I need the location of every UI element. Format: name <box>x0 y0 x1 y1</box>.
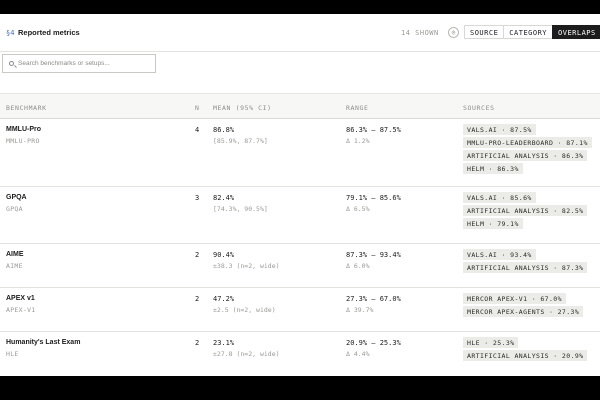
table-row[interactable]: AIME AIME 2 90.4% ±38.3 (n=2, wide) 87.3… <box>0 244 600 288</box>
range-value: 79.1% – 85.6% <box>346 194 401 202</box>
sources-list: VALS.AI · 85.6% ARTIFICIAL ANALYSIS · 82… <box>463 192 595 229</box>
search-input[interactable] <box>18 57 153 70</box>
shown-count: 14 SHOWN <box>401 29 439 37</box>
source-chip[interactable]: VALS.AI · 87.5% <box>463 124 536 135</box>
range-value: 87.3% – 93.4% <box>346 251 401 259</box>
source-chip[interactable]: MERCOR APEX-AGENTS · 27.3% <box>463 306 584 317</box>
sources-list: VALS.AI · 87.5% MMLU-PRO-LEADERBOARD · 8… <box>463 124 595 174</box>
mean-value: 86.8% <box>213 126 235 134</box>
range-delta: Δ 6.0% <box>346 262 370 270</box>
source-chip[interactable]: HELM · 86.3% <box>463 163 523 174</box>
source-chip[interactable]: ARTIFICIAL ANALYSIS · 20.9% <box>463 350 588 361</box>
table-row[interactable]: APEX v1 APEX-V1 2 47.2% ±2.5 (n=2, wide)… <box>0 288 600 332</box>
range-delta: Δ 6.5% <box>346 205 370 213</box>
col-benchmark[interactable]: BENCHMARK <box>6 104 47 112</box>
col-range[interactable]: RANGE <box>346 104 369 112</box>
mean-value: 82.4% <box>213 194 235 202</box>
range-delta: Δ 4.4% <box>346 350 370 358</box>
source-chip[interactable]: HELM · 79.1% <box>463 218 523 229</box>
benchmark-id: HLE <box>6 350 19 358</box>
search-box <box>2 54 156 73</box>
header-bar: §4 Reported metrics 14 SHOWN ◎ SOURCE CA… <box>0 14 600 52</box>
benchmark-name: Humanity's Last Exam <box>6 339 81 346</box>
tab-source[interactable]: SOURCE <box>464 25 504 39</box>
app-frame: §4 Reported metrics 14 SHOWN ◎ SOURCE CA… <box>0 14 600 376</box>
source-chip[interactable]: ARTIFICIAL ANALYSIS · 86.3% <box>463 150 588 161</box>
sources-list: HLE · 25.3% ARTIFICIAL ANALYSIS · 20.9% <box>463 337 595 361</box>
benchmark-name: APEX v1 <box>6 295 35 302</box>
mean-value: 47.2% <box>213 295 235 303</box>
sample-count: 2 <box>195 339 200 347</box>
source-chip[interactable]: HLE · 25.3% <box>463 337 519 348</box>
benchmark-id: MMLU-PRO <box>6 137 40 145</box>
table-row[interactable]: Humanity's Last Exam HLE 2 23.1% ±27.8 (… <box>0 332 600 376</box>
range-delta: Δ 39.7% <box>346 306 374 314</box>
tab-overlaps[interactable]: OVERLAPS <box>552 25 600 39</box>
col-sources[interactable]: SOURCES <box>463 104 495 112</box>
section-number: §4 <box>6 29 15 37</box>
confidence-interval: [74.3%, 90.5%] <box>213 205 268 213</box>
mean-value: 90.4% <box>213 251 235 259</box>
benchmark-name: GPQA <box>6 194 27 201</box>
source-chip[interactable]: ARTIFICIAL ANALYSIS · 87.3% <box>463 262 588 273</box>
search-icon <box>9 61 14 66</box>
table-row[interactable]: GPQA GPQA 3 82.4% [74.3%, 90.5%] 79.1% –… <box>0 187 600 244</box>
range-value: 86.3% – 87.5% <box>346 126 401 134</box>
source-chip[interactable]: MERCOR APEX-V1 · 67.0% <box>463 293 566 304</box>
visibility-toggle-icon[interactable]: ◎ <box>448 27 459 38</box>
source-chip[interactable]: ARTIFICIAL ANALYSIS · 82.5% <box>463 205 588 216</box>
table-header: BENCHMARK N MEAN (95% CI) RANGE SOURCES <box>0 93 600 119</box>
sources-list: MERCOR APEX-V1 · 67.0% MERCOR APEX-AGENT… <box>463 293 595 317</box>
mean-value: 23.1% <box>213 339 235 347</box>
range-delta: Δ 1.2% <box>346 137 370 145</box>
benchmark-id: APEX-V1 <box>6 306 36 314</box>
confidence-interval: ±38.3 (n=2, wide) <box>213 262 280 270</box>
col-n[interactable]: N <box>195 104 200 112</box>
benchmark-name: MMLU-Pro <box>6 126 41 133</box>
confidence-interval: [85.9%, 87.7%] <box>213 137 268 145</box>
benchmark-id: AIME <box>6 262 23 270</box>
source-chip[interactable]: VALS.AI · 93.4% <box>463 249 536 260</box>
group-by-toggle: SOURCE CATEGORY OVERLAPS <box>464 25 600 39</box>
range-value: 27.3% – 67.0% <box>346 295 401 303</box>
benchmark-id: GPQA <box>6 205 23 213</box>
source-chip[interactable]: VALS.AI · 85.6% <box>463 192 536 203</box>
col-mean[interactable]: MEAN (95% CI) <box>213 104 272 112</box>
table-row[interactable]: MMLU-Pro MMLU-PRO 4 86.8% [85.9%, 87.7%]… <box>0 119 600 187</box>
range-value: 20.9% – 25.3% <box>346 339 401 347</box>
source-chip[interactable]: MMLU-PRO-LEADERBOARD · 87.1% <box>463 137 592 148</box>
sample-count: 2 <box>195 251 200 259</box>
confidence-interval: ±2.5 (n=2, wide) <box>213 306 276 314</box>
confidence-interval: ±27.8 (n=2, wide) <box>213 350 280 358</box>
page-title: Reported metrics <box>18 28 80 37</box>
sample-count: 4 <box>195 126 200 134</box>
benchmark-name: AIME <box>6 251 24 258</box>
tab-category[interactable]: CATEGORY <box>503 25 553 39</box>
sources-list: VALS.AI · 93.4% ARTIFICIAL ANALYSIS · 87… <box>463 249 595 273</box>
sample-count: 2 <box>195 295 200 303</box>
sample-count: 3 <box>195 194 200 202</box>
